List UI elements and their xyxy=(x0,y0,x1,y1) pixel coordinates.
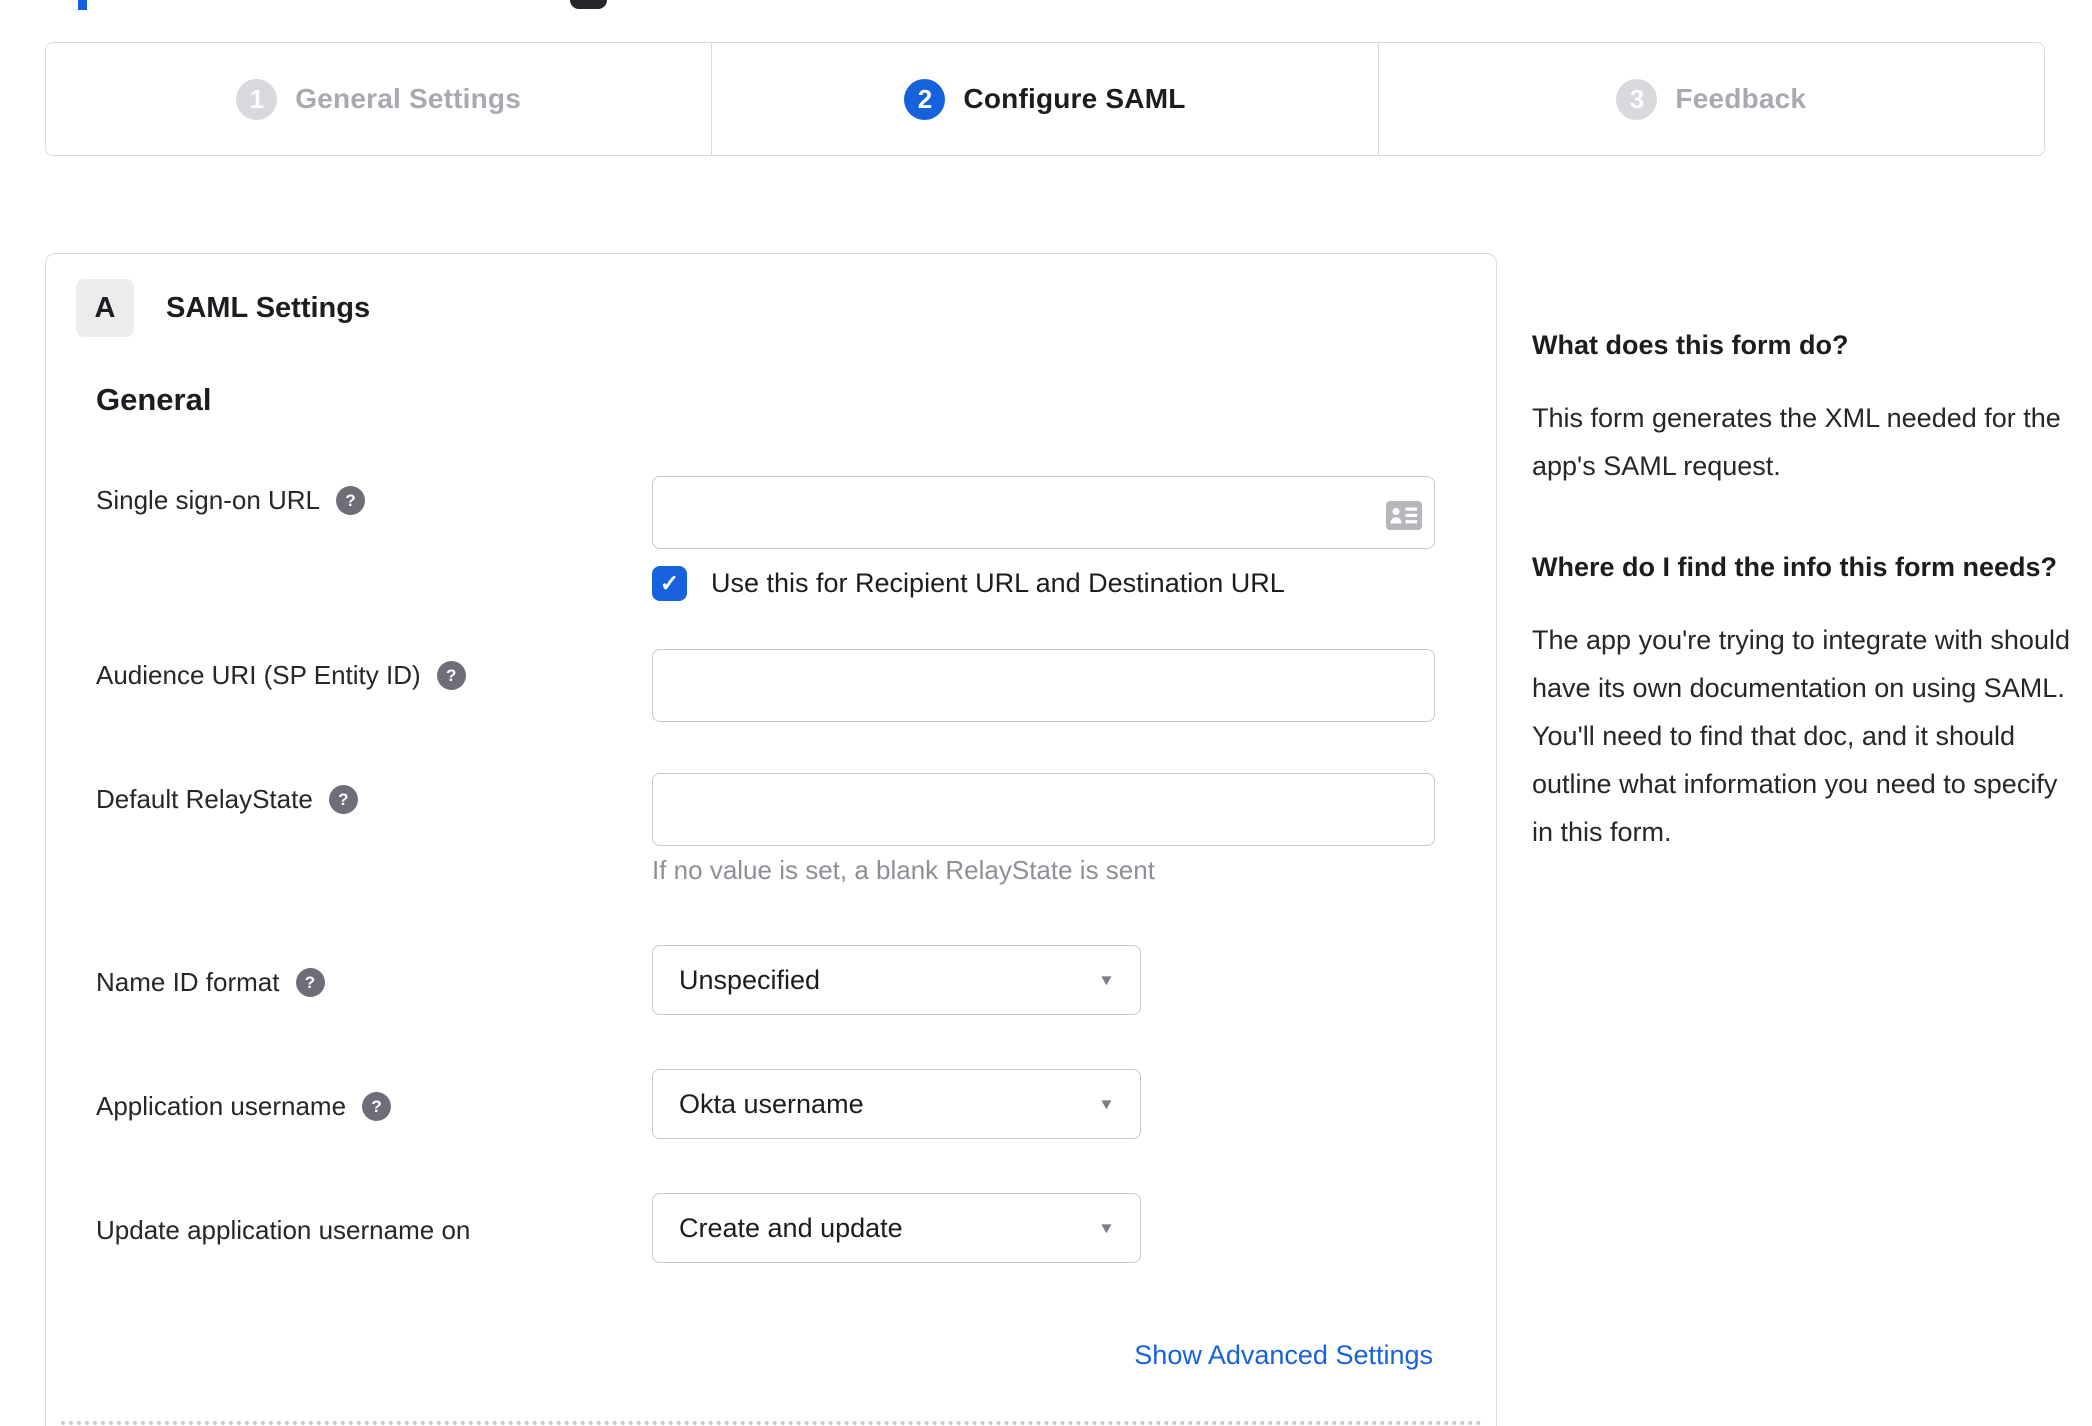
name-id-format-value: Unspecified xyxy=(679,964,821,995)
sidebar-heading-what: What does this form do? xyxy=(1532,330,1849,360)
step-2-number-badge: 2 xyxy=(904,78,946,120)
update-application-username-value: Create and update xyxy=(679,1212,903,1243)
saml-settings-panel: A SAML Settings General Single sign-on U… xyxy=(45,253,1497,1426)
audience-uri-label: Audience URI (SP Entity ID) ? xyxy=(96,660,466,691)
sidebar-body-what: This form generates the XML needed for t… xyxy=(1532,403,2061,481)
single-sign-on-url-input[interactable] xyxy=(652,476,1435,549)
cropped-title-accent-fragment xyxy=(78,0,87,10)
application-username-label: Application username ? xyxy=(96,1091,392,1122)
chevron-down-icon: ▼ xyxy=(1098,971,1116,989)
audience-uri-label-text: Audience URI (SP Entity ID) xyxy=(96,660,421,690)
sidebar-heading-where: Where do I find the info this form needs… xyxy=(1532,552,2057,582)
section-a-badge: A xyxy=(76,279,134,337)
step-3-number-badge: 3 xyxy=(1616,78,1658,120)
application-username-select[interactable]: Okta username ▼ xyxy=(652,1069,1141,1139)
single-sign-on-url-label-text: Single sign-on URL xyxy=(96,485,321,515)
help-icon[interactable]: ? xyxy=(436,661,466,690)
help-icon[interactable]: ? xyxy=(336,486,366,515)
name-id-format-label-text: Name ID format xyxy=(96,967,280,997)
chevron-down-icon: ▼ xyxy=(1098,1095,1116,1113)
update-application-username-label: Update application username on xyxy=(96,1215,470,1246)
help-icon[interactable]: ? xyxy=(328,785,358,814)
default-relaystate-input[interactable] xyxy=(652,773,1435,846)
sidebar-body-where: The app you're trying to integrate with … xyxy=(1532,625,2070,847)
application-username-value: Okta username xyxy=(679,1088,864,1119)
audience-uri-input[interactable] xyxy=(652,649,1435,722)
panel-dotted-divider xyxy=(61,1421,1482,1425)
section-title: SAML Settings xyxy=(166,292,371,324)
chevron-down-icon: ▼ xyxy=(1098,1219,1116,1237)
update-application-username-select[interactable]: Create and update ▼ xyxy=(652,1193,1141,1263)
step-1-label: General Settings xyxy=(295,83,522,114)
show-advanced-settings-link[interactable]: Show Advanced Settings xyxy=(1134,1340,1433,1371)
help-icon[interactable]: ? xyxy=(362,1092,392,1121)
step-general-settings[interactable]: 1 General Settings xyxy=(46,43,711,155)
name-id-format-label: Name ID format ? xyxy=(96,967,325,998)
cropped-icon-fragment xyxy=(570,0,607,9)
step-1-number-badge: 1 xyxy=(236,78,278,120)
relaystate-hint: If no value is set, a blank RelayState i… xyxy=(652,855,1155,885)
step-configure-saml[interactable]: 2 Configure SAML xyxy=(711,43,1377,155)
single-sign-on-url-label: Single sign-on URL ? xyxy=(96,485,366,516)
help-sidebar: What does this form do? This form genera… xyxy=(1532,322,2070,910)
default-relaystate-label-text: Default RelayState xyxy=(96,784,313,814)
help-icon[interactable]: ? xyxy=(295,968,325,997)
default-relaystate-label: Default RelayState ? xyxy=(96,784,358,815)
step-3-label: Feedback xyxy=(1675,83,1807,114)
general-group-heading: General xyxy=(96,382,212,417)
application-username-label-text: Application username xyxy=(96,1091,347,1121)
name-id-format-select[interactable]: Unspecified ▼ xyxy=(652,945,1141,1015)
recipient-url-checkbox[interactable]: ✓ xyxy=(652,566,687,601)
wizard-stepper: 1 General Settings 2 Configure SAML 3 Fe… xyxy=(45,42,2045,156)
update-application-username-label-text: Update application username on xyxy=(96,1215,471,1245)
step-2-label: Configure SAML xyxy=(963,83,1186,114)
step-feedback[interactable]: 3 Feedback xyxy=(1377,43,2044,155)
recipient-url-checkbox-label: Use this for Recipient URL and Destinati… xyxy=(711,568,1285,598)
